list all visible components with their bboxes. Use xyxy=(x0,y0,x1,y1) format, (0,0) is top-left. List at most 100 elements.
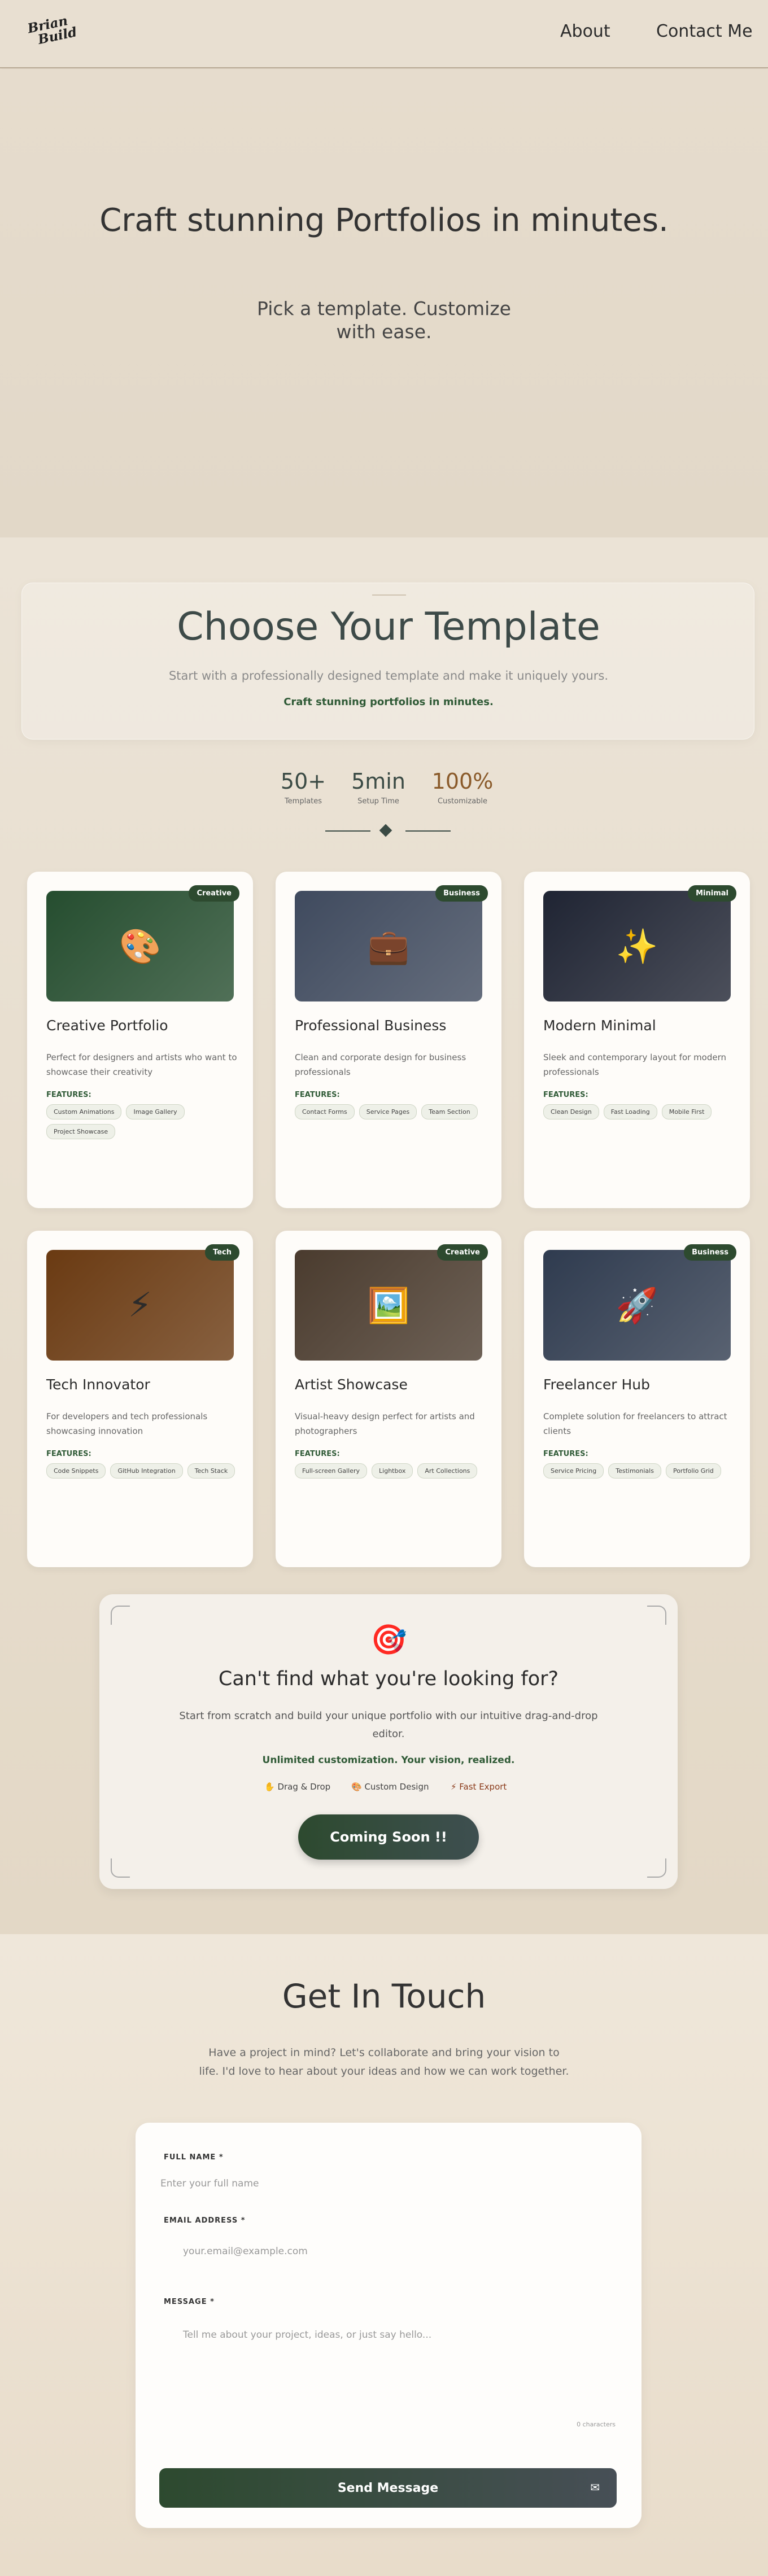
hero-title: Craft stunning Portfolios in minutes. xyxy=(99,202,669,239)
template-description: Clean and corporate design for business … xyxy=(295,1052,466,1077)
stat-templates: 50+ Templates xyxy=(264,769,343,806)
category-badge: Minimal xyxy=(688,885,736,902)
feature-chip: Full-screen Gallery xyxy=(295,1463,368,1479)
send-message-button[interactable]: Send Message ✉ xyxy=(159,2468,617,2508)
template-card[interactable]: ✨ Minimal Modern Minimal Sleek and contempo… xyxy=(524,872,750,1208)
name-label: FULL NAME * xyxy=(164,2153,224,2162)
template-description: Sleek and contemporary layout for modern… xyxy=(543,1052,727,1077)
feature-list: Code Snippets GitHub Integration Tech Stac… xyxy=(46,1463,238,1479)
feature-chip: Portfolio Grid xyxy=(665,1463,721,1479)
templates-tagline: Craft stunning portfolios in minutes. xyxy=(283,696,494,708)
template-card[interactable]: 🖼️ Creative Artist Showcase Visual-heavy de… xyxy=(276,1231,501,1567)
target-icon: 🎯 xyxy=(370,1623,407,1657)
template-title: Professional Business xyxy=(295,1017,447,1034)
feature-drag-drop: ✋ Drag & Drop xyxy=(264,1782,331,1792)
top-navbar: Brian Build About Contact Me xyxy=(0,0,768,68)
template-card[interactable]: 🚀 Business Freelancer Hub Complete solution… xyxy=(524,1231,750,1567)
brand-logo[interactable]: Brian Build xyxy=(26,12,84,55)
message-textarea[interactable]: Tell me about your project, ideas, or ju… xyxy=(160,2315,617,2428)
template-card[interactable]: 🎨 Creative Creative Portfolio Perfect for d… xyxy=(27,872,253,1208)
template-title: Artist Showcase xyxy=(295,1376,408,1393)
template-icon: ✨ xyxy=(616,926,658,966)
nav-contact-link[interactable]: Contact Me xyxy=(656,21,753,41)
features-label: FEATURES: xyxy=(295,1091,340,1099)
stat-label: Templates xyxy=(284,797,322,806)
template-title: Modern Minimal xyxy=(543,1017,656,1034)
template-preview: 🖼️ xyxy=(295,1250,482,1361)
nav-about-link[interactable]: About xyxy=(560,21,610,41)
feature-list: Custom Animations Image Gallery Project Sh… xyxy=(46,1104,238,1139)
features-label: FEATURES: xyxy=(295,1450,340,1458)
template-icon: 💼 xyxy=(367,926,410,966)
feature-chip: Contact Forms xyxy=(295,1104,355,1119)
hero-subtitle: Pick a template. Customize with ease. xyxy=(257,298,511,343)
template-preview: 🚀 xyxy=(543,1250,731,1361)
template-icon: 🎨 xyxy=(119,926,162,966)
divider xyxy=(372,594,406,596)
template-description: Complete solution for freelancers to att… xyxy=(543,1411,727,1436)
name-input[interactable]: Enter your full name xyxy=(160,2171,617,2199)
custom-highlight: Unlimited customization. Your vision, re… xyxy=(262,1755,515,1766)
category-badge: Business xyxy=(435,885,488,902)
stat-label: Customizable xyxy=(437,797,488,806)
template-icon: ⚡ xyxy=(128,1285,152,1325)
email-input[interactable]: your.email@example.com xyxy=(160,2233,617,2273)
feature-chip: Art Collections xyxy=(417,1463,478,1479)
feature-list: Clean Design Fast Loading Mobile First xyxy=(543,1104,735,1119)
feature-chip: Image Gallery xyxy=(126,1104,185,1119)
templates-subheading: Start with a professionally designed tem… xyxy=(168,669,609,683)
template-card[interactable]: 💼 Business Professional Business Clean and … xyxy=(276,872,501,1208)
email-label: EMAIL ADDRESS * xyxy=(164,2216,246,2225)
divider-right xyxy=(405,830,451,832)
template-description: For developers and tech professionals sh… xyxy=(46,1411,208,1436)
templates-section: Choose Your Template Start with a profes… xyxy=(0,537,768,1934)
corner-decoration xyxy=(111,1606,130,1625)
feature-chip: Code Snippets xyxy=(46,1463,106,1479)
contact-description: Have a project in mind? Let's collaborat… xyxy=(199,2046,569,2078)
message-label: MESSAGE * xyxy=(164,2298,215,2306)
features-label: FEATURES: xyxy=(46,1091,91,1099)
templates-heading: Choose Your Template xyxy=(177,605,600,649)
custom-title: Can't find what you're looking for? xyxy=(218,1668,559,1690)
template-preview: 💼 xyxy=(295,891,482,1001)
contact-title: Get In Touch xyxy=(282,1977,486,2015)
stat-value: 50+ xyxy=(280,769,326,794)
feature-fast-export: ⚡ Fast Export xyxy=(451,1782,507,1792)
stat-setup-time: 5min Setup Time xyxy=(339,769,418,806)
diamond-divider xyxy=(379,824,392,837)
send-label: Send Message xyxy=(337,2481,439,2495)
template-title: Creative Portfolio xyxy=(46,1017,168,1034)
feature-chip: Tech Stack xyxy=(187,1463,235,1479)
feature-chip: Service Pages xyxy=(359,1104,417,1119)
contact-section: Get In Touch Have a project in mind? Let… xyxy=(0,1934,768,2576)
template-preview: ⚡ xyxy=(46,1250,234,1361)
mail-icon: ✉ xyxy=(590,2481,600,2494)
custom-description: Start from scratch and build your unique… xyxy=(179,1710,598,1740)
template-description: Visual-heavy design perfect for artists … xyxy=(295,1411,475,1436)
feature-chip: Team Section xyxy=(421,1104,478,1119)
template-preview: 🎨 xyxy=(46,891,234,1001)
feature-chip: Testimonials xyxy=(608,1463,661,1479)
hero-section: Craft stunning Portfolios in minutes. Pi… xyxy=(0,69,768,537)
templates-header: Choose Your Template Start with a profes… xyxy=(21,583,754,740)
corner-decoration xyxy=(647,1606,666,1625)
divider-left xyxy=(325,830,370,832)
stat-value: 100% xyxy=(431,769,494,794)
stat-value: 5min xyxy=(351,769,405,794)
contact-form: FULL NAME * Enter your full name EMAIL A… xyxy=(136,2123,642,2528)
feature-list: Full-screen Gallery Lightbox Art Collectio… xyxy=(295,1463,487,1479)
category-badge: Creative xyxy=(437,1244,488,1261)
category-badge: Creative xyxy=(189,885,239,902)
template-title: Freelancer Hub xyxy=(543,1376,651,1393)
features-label: FEATURES: xyxy=(46,1450,91,1458)
template-description: Perfect for designers and artists who wa… xyxy=(46,1052,237,1077)
template-icon: 🖼️ xyxy=(367,1285,410,1326)
feature-list: Contact Forms Service Pages Team Section xyxy=(295,1104,487,1119)
category-badge: Tech xyxy=(205,1244,239,1261)
template-icon: 🚀 xyxy=(616,1285,658,1326)
coming-soon-button[interactable]: Coming Soon !! xyxy=(298,1814,479,1860)
feature-chip: Custom Animations xyxy=(46,1104,122,1119)
template-card[interactable]: ⚡ Tech Tech Innovator For developers and te… xyxy=(27,1231,253,1567)
feature-chip: Clean Design xyxy=(543,1104,599,1119)
corner-decoration xyxy=(647,1858,666,1878)
